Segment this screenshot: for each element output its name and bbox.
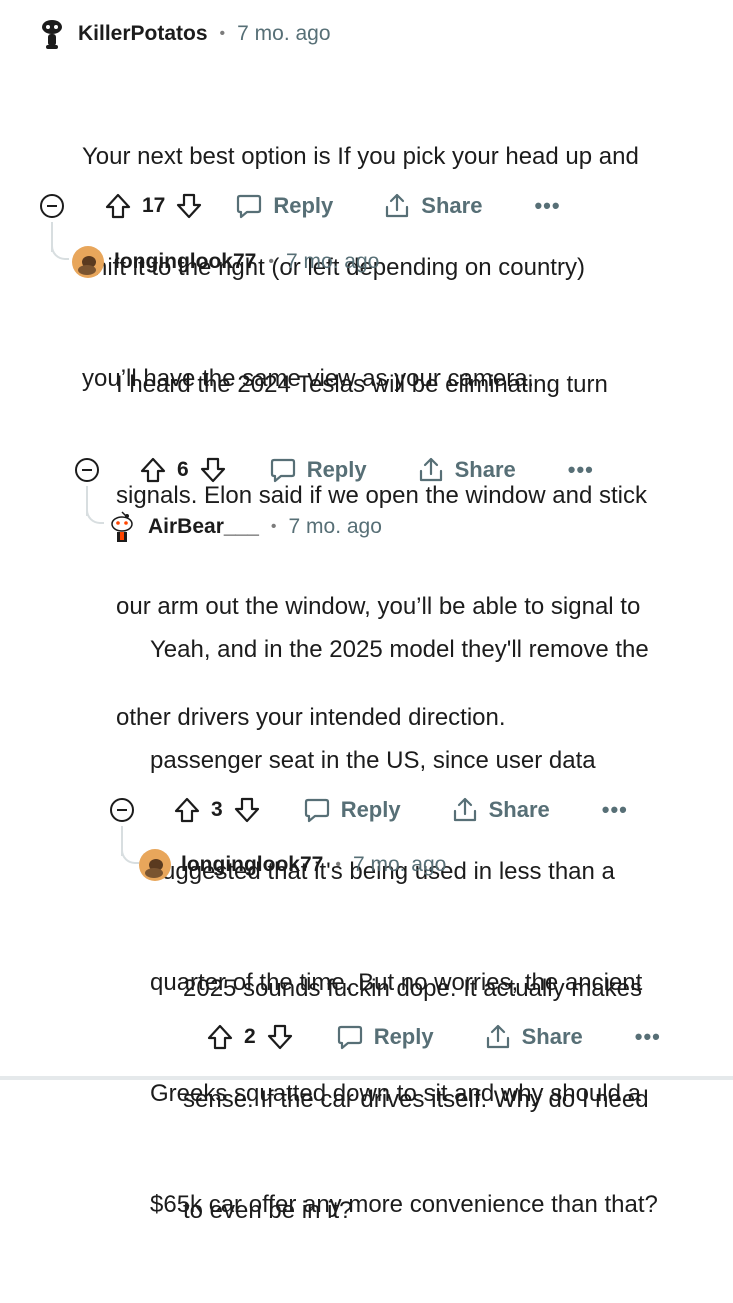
share-label: Share xyxy=(454,457,516,482)
collapse-thread-button[interactable] xyxy=(110,798,134,822)
more-options-button[interactable]: ••• xyxy=(568,457,594,483)
comment-age: 7 mo. ago xyxy=(285,250,380,273)
comment-header: longinglook77 • 7 mo. ago xyxy=(72,245,379,279)
reply-label: Reply xyxy=(373,1024,434,1049)
more-options-button[interactable]: ••• xyxy=(635,1024,661,1050)
comment-header: KillerPotatos • 7 mo. ago xyxy=(36,17,331,51)
reply-label: Reply xyxy=(340,797,401,822)
share-icon xyxy=(451,796,479,824)
share-label: Share xyxy=(488,797,550,822)
meta-separator: • xyxy=(219,25,226,42)
share-label: Share xyxy=(421,193,483,218)
thread-curve xyxy=(121,846,139,864)
comment-actions: 6 Reply Share ••• xyxy=(139,450,594,490)
upvote-icon[interactable] xyxy=(206,1023,234,1051)
share-button[interactable]: Share xyxy=(451,796,550,824)
share-icon xyxy=(383,192,411,220)
vote-count: 2 xyxy=(244,1025,256,1048)
chat-bubble-icon xyxy=(269,456,297,484)
comment-age: 7 mo. ago xyxy=(288,515,382,538)
chat-bubble-icon xyxy=(303,796,331,824)
comment-actions: 2 Reply Share ••• xyxy=(206,1017,661,1057)
comment-header: AirBear___ • 7 mo. ago xyxy=(106,510,382,544)
upvote-icon[interactable] xyxy=(139,456,167,484)
comment-actions: 3 Reply Share ••• xyxy=(173,790,628,830)
share-button[interactable]: Share xyxy=(484,1023,583,1051)
share-button[interactable]: Share xyxy=(383,192,482,220)
comment-line: 2025 sounds fuckin dope. It actually mak… xyxy=(183,975,642,1002)
username[interactable]: longinglook77 xyxy=(181,853,323,877)
downvote-icon[interactable] xyxy=(233,796,261,824)
reply-button[interactable]: Reply xyxy=(269,456,367,484)
meta-separator: • xyxy=(268,253,274,270)
comment-line: Yeah, and in the 2025 model they'll remo… xyxy=(150,636,649,663)
reply-label: Reply xyxy=(273,193,334,218)
comment-age: 7 mo. ago xyxy=(352,853,447,876)
comment-actions: 17 Reply Share ••• xyxy=(104,186,561,226)
snoo-avatar-icon[interactable] xyxy=(106,511,138,543)
more-options-button[interactable]: ••• xyxy=(602,797,628,823)
comment-body: 2025 sounds fuckin dope. It actually mak… xyxy=(183,896,649,1303)
reply-button[interactable]: Reply xyxy=(303,796,401,824)
collapse-thread-button[interactable] xyxy=(40,194,64,218)
meta-separator: • xyxy=(270,518,277,535)
downvote-icon[interactable] xyxy=(175,192,203,220)
comment-age: 7 mo. ago xyxy=(237,22,331,45)
comment-line: sense. If the car drives itself. Why do … xyxy=(183,1086,649,1113)
vote-count: 6 xyxy=(177,458,189,481)
thread-curve xyxy=(51,242,69,260)
comment-line: Your next best option is If you pick you… xyxy=(82,143,639,170)
downvote-icon[interactable] xyxy=(199,456,227,484)
reply-button[interactable]: Reply xyxy=(235,192,333,220)
comment-line: I heard the 2024 Teslas will be eliminat… xyxy=(116,371,608,398)
thread-curve xyxy=(86,506,104,524)
reply-button[interactable]: Reply xyxy=(336,1023,434,1051)
comment-line: to even be in it? xyxy=(183,1197,353,1224)
orange-avatar-icon[interactable] xyxy=(72,246,104,278)
bottom-divider xyxy=(0,1076,733,1080)
chat-bubble-icon xyxy=(336,1023,364,1051)
share-icon xyxy=(417,456,445,484)
reply-label: Reply xyxy=(306,457,367,482)
meta-separator: • xyxy=(335,856,341,873)
snoo-dark-avatar-icon[interactable] xyxy=(36,18,68,50)
comment-line: passenger seat in the US, since user dat… xyxy=(150,747,596,774)
more-options-button[interactable]: ••• xyxy=(534,193,560,219)
chat-bubble-icon xyxy=(235,192,263,220)
share-button[interactable]: Share xyxy=(417,456,516,484)
upvote-icon[interactable] xyxy=(104,192,132,220)
vote-count: 3 xyxy=(211,798,223,821)
share-icon xyxy=(484,1023,512,1051)
share-label: Share xyxy=(521,1024,583,1049)
comment-header: longinglook77 • 7 mo. ago xyxy=(139,848,446,882)
username[interactable]: KillerPotatos xyxy=(78,22,208,46)
collapse-thread-button[interactable] xyxy=(75,458,99,482)
upvote-icon[interactable] xyxy=(173,796,201,824)
username[interactable]: longinglook77 xyxy=(114,250,256,274)
vote-count: 17 xyxy=(142,194,166,217)
username[interactable]: AirBear___ xyxy=(148,515,259,539)
downvote-icon[interactable] xyxy=(266,1023,294,1051)
orange-avatar-icon[interactable] xyxy=(139,849,171,881)
